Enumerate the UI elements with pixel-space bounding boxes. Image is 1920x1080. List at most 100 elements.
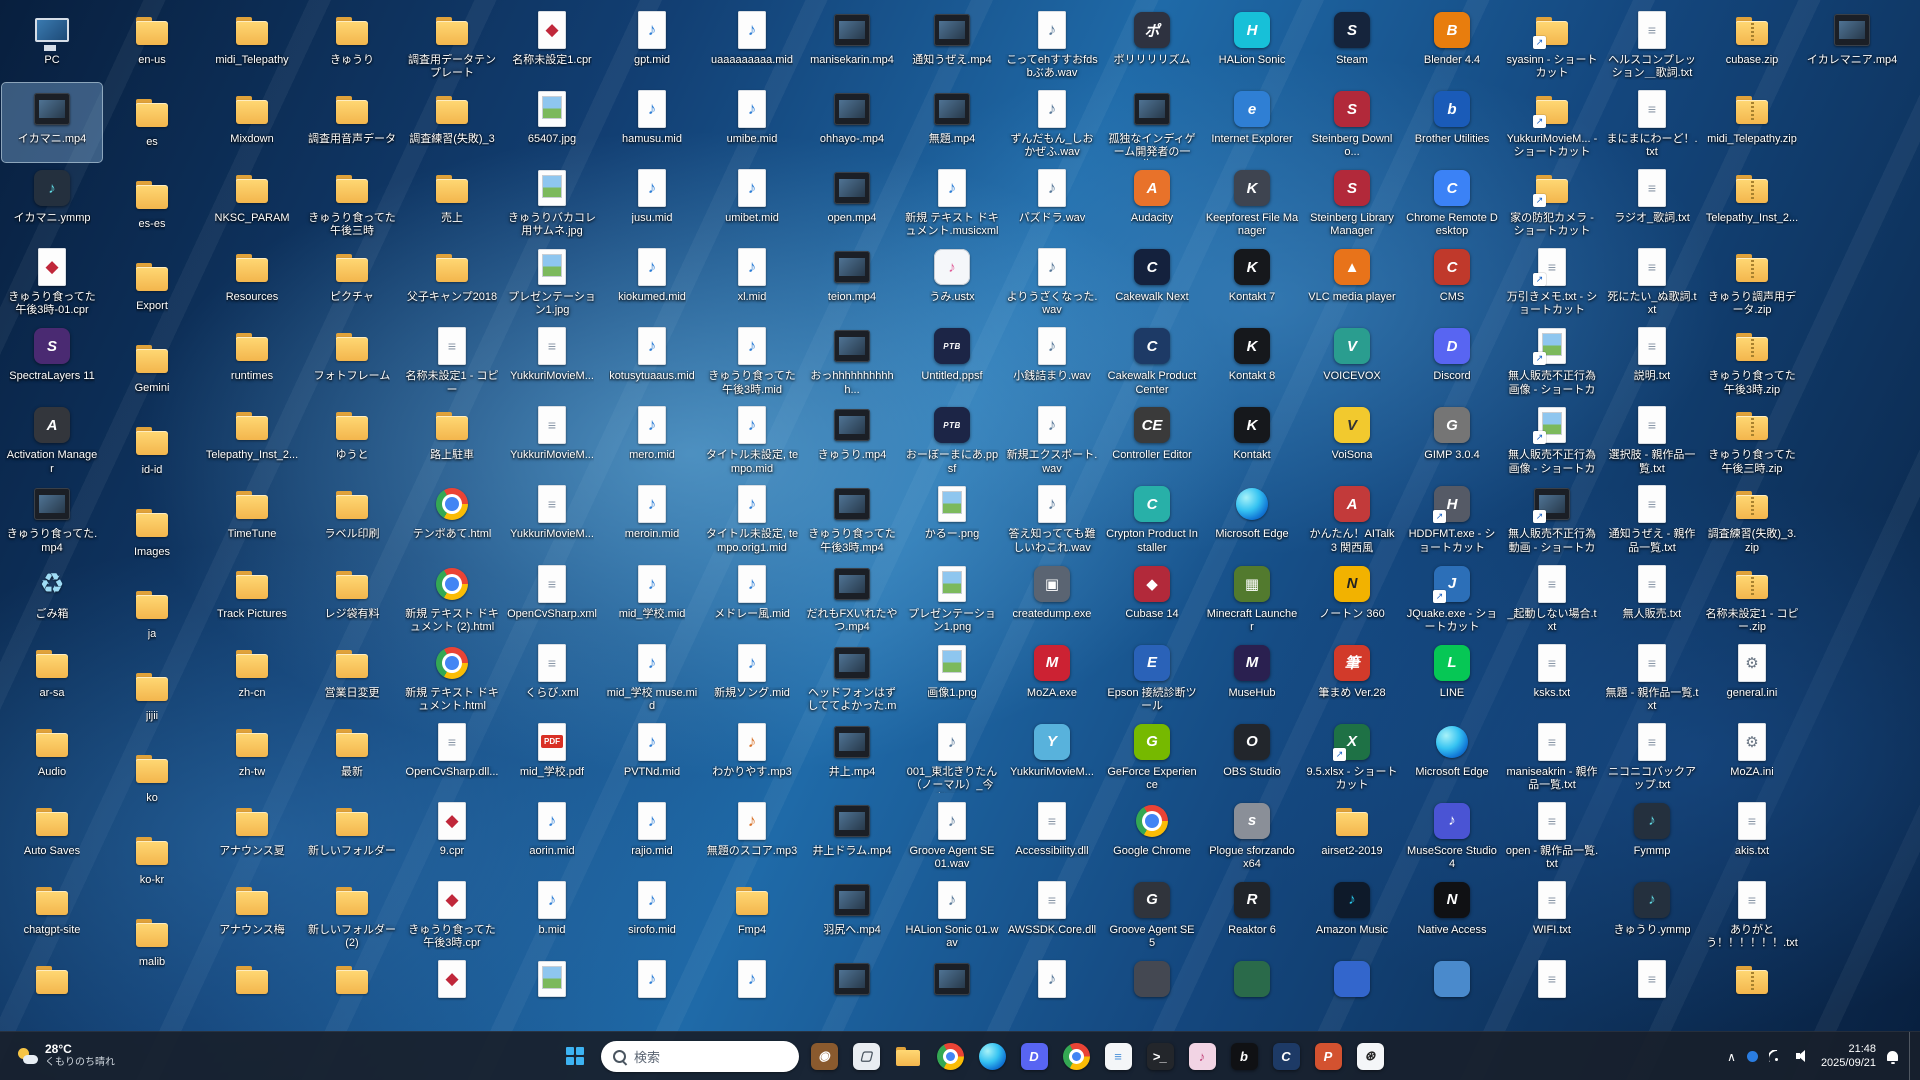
desktop-icon[interactable]: ≡OpenCvSharp.dll...	[402, 716, 502, 795]
start-button[interactable]	[556, 1037, 594, 1075]
desktop-icon[interactable]: Gemini	[102, 332, 202, 414]
desktop-icon[interactable]: LLINE	[1402, 637, 1502, 716]
desktop-icon[interactable]: Telepathy_Inst_2...	[1702, 162, 1802, 241]
desktop-icon[interactable]: ♪わかりやす.mp3	[702, 716, 802, 795]
desktop-icon[interactable]: MMoZA.exe	[1002, 637, 1102, 716]
desktop-icon[interactable]: ♪タイトル未設定, tempo.orig1.mid	[702, 478, 802, 557]
desktop-icon[interactable]: ohhayo-.mp4	[802, 83, 902, 162]
desktop-icon[interactable]: ♪mid_学校.mid	[602, 558, 702, 637]
desktop-icon[interactable]: sPlogue sforzando x64	[1202, 795, 1302, 874]
taskbar-app-edge[interactable]	[974, 1038, 1010, 1074]
desktop-icon[interactable]: PDFmid_学校.pdf	[502, 716, 602, 795]
desktop-icon[interactable]: ↗無人販売不正行為画像 - ショートカット	[1502, 320, 1602, 399]
desktop-icon[interactable]: zh-tw	[202, 716, 302, 795]
desktop-icon[interactable]: アナウンス夏	[202, 795, 302, 874]
desktop-icon[interactable]: きゅうり調声用データ.zip	[1702, 241, 1802, 320]
desktop-icon[interactable]: ↗無人販売不正行為 画像 - ショートカット	[1502, 399, 1602, 478]
desktop-icon[interactable]: 路上駐車	[402, 399, 502, 478]
desktop-icon[interactable]: es-es	[102, 168, 202, 250]
desktop-icon[interactable]: id-id	[102, 414, 202, 496]
desktop-icon[interactable]: だれもFXいれたやつ.mp4	[802, 558, 902, 637]
notification-bell-icon[interactable]	[1887, 1051, 1898, 1061]
desktop-icon[interactable]: 調査練習(失敗)_3	[402, 83, 502, 162]
wifi-icon[interactable]	[1769, 1050, 1785, 1062]
desktop-icon[interactable]	[1202, 953, 1302, 1032]
desktop-icon[interactable]: TimeTune	[202, 478, 302, 557]
desktop-icon[interactable]: ≡ありがとう！！！！！！.txt	[1702, 874, 1802, 953]
desktop-icon[interactable]	[2, 953, 102, 1032]
desktop-icon[interactable]: 井上.mp4	[802, 716, 902, 795]
desktop-icon[interactable]: YYukkuriMovieM...	[1002, 716, 1102, 795]
desktop-icon[interactable]: VVoiSona	[1302, 399, 1402, 478]
desktop-icon[interactable]: ar-sa	[2, 637, 102, 716]
tray-clock[interactable]: 21:48 2025/09/21	[1821, 1042, 1876, 1071]
desktop-icon[interactable]: ≡ヘルスコンプレッション＿歌詞.txt	[1602, 4, 1702, 83]
desktop-icon[interactable]: レジ袋有料	[302, 558, 402, 637]
desktop-icon[interactable]: eInternet Explorer	[1202, 83, 1302, 162]
desktop-icon[interactable]: ポポリリリリズム	[1102, 4, 1202, 83]
desktop-icon[interactable]: ♪新規ソング.mid	[702, 637, 802, 716]
desktop-icon[interactable]: 井上ドラム.mp4	[802, 795, 902, 874]
desktop-icon[interactable]: X↗9.5.xlsx - ショートカット	[1302, 716, 1402, 795]
desktop-icon[interactable]: アナウンス梅	[202, 874, 302, 953]
desktop-icon[interactable]: ≡open - 親作品一覧.txt	[1502, 795, 1602, 874]
desktop-icon[interactable]: GGroove Agent SE 5	[1102, 874, 1202, 953]
desktop-icon[interactable]: 新規 テキスト ドキュメント.html	[402, 637, 502, 716]
desktop-icon[interactable]: フォトフレーム	[302, 320, 402, 399]
desktop-icon[interactable]: きゅうり食ってた午後3時.zip	[1702, 320, 1802, 399]
desktop-icon[interactable]: KKontakt 8	[1202, 320, 1302, 399]
desktop-icon[interactable]: Mixdown	[202, 83, 302, 162]
desktop-icon[interactable]: AActivation Manager	[2, 399, 102, 478]
desktop-icon[interactable]: ≡akis.txt	[1702, 795, 1802, 874]
desktop-icon[interactable]: ♪新規 テキスト ドキュメント.musicxml	[902, 162, 1002, 241]
desktop-icon[interactable]: ↗syasinn - ショートカット	[1502, 4, 1602, 83]
desktop-icon[interactable]: ♪umibe.mid	[702, 83, 802, 162]
taskbar-app-window-app[interactable]: ▢	[848, 1038, 884, 1074]
taskbar-app-discord[interactable]: D	[1016, 1038, 1052, 1074]
desktop-icon[interactable]: 新しいフォルダー	[302, 795, 402, 874]
desktop-icon[interactable]: かるー.png	[902, 478, 1002, 557]
desktop-icon[interactable]: ♪こってehすすおfdsbぶあ.wav	[1002, 4, 1102, 83]
desktop-icon[interactable]: VVOICEVOX	[1302, 320, 1402, 399]
desktop-icon[interactable]: ♪HALion Sonic 01.wav	[902, 874, 1002, 953]
desktop-icon[interactable]: ♪小銭詰まり.wav	[1002, 320, 1102, 399]
desktop-icon[interactable]: きゅうり食ってた午後三時.zip	[1702, 399, 1802, 478]
desktop-icon[interactable]: ≡maniseakrin - 親作品一覧.txt	[1502, 716, 1602, 795]
desktop-icon[interactable]: ♪b.mid	[502, 874, 602, 953]
desktop-icon[interactable]: 調査用音声データ	[302, 83, 402, 162]
desktop-icon[interactable]: テンポあて.html	[402, 478, 502, 557]
taskbar-app-notepad[interactable]: ≡	[1100, 1038, 1136, 1074]
desktop-icon[interactable]: ♪aorin.mid	[502, 795, 602, 874]
desktop-icon[interactable]: teion.mp4	[802, 241, 902, 320]
desktop-icon[interactable]: ▦Minecraft Launcher	[1202, 558, 1302, 637]
taskbar-app-terminal[interactable]: >_	[1142, 1038, 1178, 1074]
desktop-icon[interactable]: ◆きゅうり食ってた午後3時.cpr	[402, 874, 502, 953]
desktop-icon[interactable]: GGIMP 3.0.4	[1402, 399, 1502, 478]
desktop-icon[interactable]: きゅうりバカコレ用サムネ.jpg	[502, 162, 602, 241]
desktop-icon[interactable]: SSteinberg Downlo...	[1302, 83, 1402, 162]
desktop-icon[interactable]: EEpson 接続診断ツール	[1102, 637, 1202, 716]
desktop-icon[interactable]: 画像1.png	[902, 637, 1002, 716]
desktop-icon[interactable]: ♪uaaaaaaaaa.mid	[702, 4, 802, 83]
desktop-icon[interactable]: イカマニ.mp4	[2, 83, 102, 162]
desktop-icon[interactable]: ♪001_東北きりたん（ノーマル）_今じゃ...	[902, 716, 1002, 795]
desktop-icon[interactable]	[202, 953, 302, 1032]
desktop-icon[interactable]: GGeForce Experience	[1102, 716, 1202, 795]
desktop-icon[interactable]: Images	[102, 496, 202, 578]
desktop-icon[interactable]: プレゼンテーション1.jpg	[502, 241, 602, 320]
desktop-icon[interactable]: ゆうと	[302, 399, 402, 478]
desktop-icon[interactable]: 調査用データテンプレート	[402, 4, 502, 83]
desktop-icon[interactable]: ♪PVTNd.mid	[602, 716, 702, 795]
desktop-icon[interactable]: ◆	[402, 953, 502, 1032]
desktop-icon[interactable]: 最新	[302, 716, 402, 795]
weather-widget[interactable]: 28°C くもりのち晴れ	[10, 1032, 123, 1080]
desktop-icon[interactable]: 孤独なインディゲーム開発者の一生...	[1102, 83, 1202, 162]
desktop-icon[interactable]: SSteam	[1302, 4, 1402, 83]
desktop-icon[interactable]: ♪うみ.ustx	[902, 241, 1002, 320]
desktop-icon[interactable]: AAudacity	[1102, 162, 1202, 241]
desktop-icon[interactable]	[802, 953, 902, 1032]
desktop-icon[interactable]: ♪新規エクスポート.wav	[1002, 399, 1102, 478]
desktop-icon[interactable]: ♻ごみ箱	[2, 558, 102, 637]
desktop-icon[interactable]: ≡ニコニコバックアップ.txt	[1602, 716, 1702, 795]
desktop-icon[interactable]: zh-cn	[202, 637, 302, 716]
